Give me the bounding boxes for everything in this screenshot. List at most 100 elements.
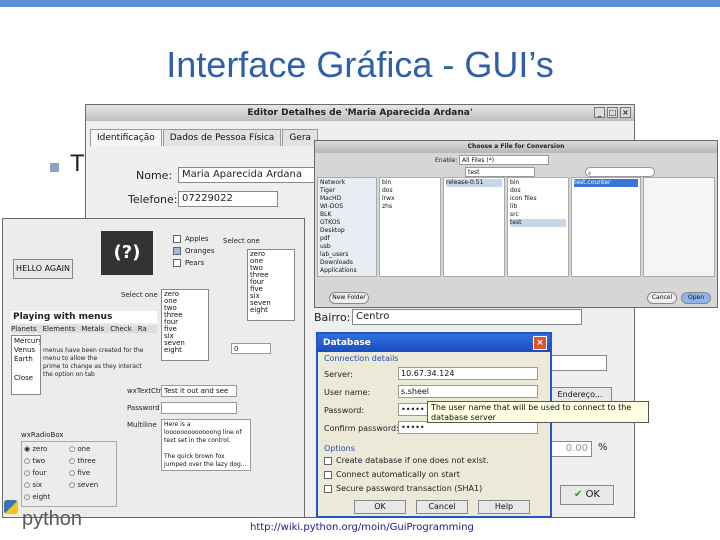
sidebar-item[interactable]: lab_users	[320, 251, 374, 259]
db-ok-button[interactable]: OK	[354, 500, 406, 514]
sidebar-item[interactable]: pdf	[320, 235, 374, 243]
sidebar-item[interactable]: WI-DOS	[320, 203, 374, 211]
sidebar-item[interactable]: GTKOS	[320, 219, 374, 227]
radio-six[interactable]: ○ six	[24, 480, 69, 492]
checkbox-icon	[173, 235, 181, 243]
python-wordmark: python	[22, 508, 83, 530]
menu-item[interactable]: Mercury	[14, 337, 40, 346]
option-label: Connect automatically on start	[336, 470, 460, 479]
select-one-label: Select one	[223, 237, 260, 245]
option-secure-password[interactable]: Secure password transaction (SHA1)	[324, 484, 482, 493]
tab-geral[interactable]: Gera	[282, 129, 319, 146]
menu-item[interactable]: Venus	[14, 346, 38, 355]
chooser-sidebar[interactable]: Network Tiger MacHD WI-DOS BLK GTKOS Des…	[317, 177, 377, 277]
menu-item[interactable]: Close	[14, 374, 38, 383]
ok-button[interactable]: ✔ OK	[560, 485, 614, 505]
tab-identificacao[interactable]: Identificação	[90, 129, 162, 146]
password-label: Password	[127, 404, 160, 412]
new-folder-button[interactable]: New Folder	[329, 292, 369, 304]
file-item[interactable]: dos	[510, 187, 566, 195]
check-oranges[interactable]: Oranges	[173, 247, 215, 255]
multiline-field[interactable]: Here is a looooooooooooong line of text …	[161, 419, 251, 471]
radio-five[interactable]: ○ five	[69, 468, 114, 480]
select-listbox[interactable]: zero one two three four five six seven e…	[247, 249, 295, 321]
phone-field[interactable]: 07229022	[178, 191, 278, 207]
check-pears[interactable]: Pears	[173, 259, 204, 267]
db-help-button[interactable]: Help	[478, 500, 530, 514]
source-url[interactable]: http://wiki.python.org/moin/GuiProgrammi…	[250, 522, 474, 533]
check-apples[interactable]: Apples	[173, 235, 209, 243]
file-item[interactable]: lrwx	[382, 195, 438, 203]
sidebar-item[interactable]: Tiger	[320, 187, 374, 195]
file-item[interactable]: src	[510, 211, 566, 219]
close-icon[interactable]: ×	[533, 336, 547, 350]
radio-label: one	[77, 445, 91, 453]
file-column-1[interactable]: bin dos lrwx zhs	[379, 177, 441, 277]
list-item[interactable]: eight	[250, 307, 292, 314]
bullet-marker	[50, 163, 59, 172]
file-item[interactable]: icon files	[510, 195, 566, 203]
radio-three[interactable]: ○ three	[69, 456, 114, 468]
file-item[interactable]: lib	[510, 203, 566, 211]
textctrl-field[interactable]: Test it out and see	[161, 385, 237, 397]
planets-menu[interactable]: Mercury Venus Earth Close	[11, 335, 41, 395]
close-icon[interactable]: ×	[620, 107, 631, 118]
editor-dropdown[interactable]	[551, 355, 607, 371]
sidebar-item[interactable]: Desktop	[320, 227, 374, 235]
hello-again-button[interactable]: HELLO AGAIN	[13, 259, 73, 279]
file-item[interactable]: zhs	[382, 203, 438, 211]
file-item[interactable]: test.counter	[574, 179, 638, 187]
menu-ra[interactable]: Ra	[138, 325, 147, 333]
file-column-3[interactable]: bin dos icon files lib src test	[507, 177, 569, 277]
second-listbox[interactable]: zero one two three four five six seven e…	[161, 289, 209, 361]
file-column-4[interactable]: test.counter	[571, 177, 641, 277]
radio-seven[interactable]: ○ seven	[69, 480, 114, 492]
enable-select[interactable]: All Files (*)	[459, 155, 549, 165]
spin-control[interactable]: 0	[231, 343, 271, 354]
user-field[interactable]: s.sheel	[398, 385, 538, 398]
menu-metals[interactable]: Metals	[81, 325, 104, 333]
sidebar-item[interactable]: Network	[320, 179, 374, 187]
server-field[interactable]: 10.67.34.124	[398, 367, 538, 380]
tab-pessoa-fisica[interactable]: Dados de Pessoa Física	[162, 129, 282, 146]
bairro-field[interactable]: Centro	[352, 309, 582, 325]
list-item[interactable]: eight	[164, 347, 206, 354]
option-create-db[interactable]: Create database if one does not exist.	[324, 456, 489, 465]
sidebar-item[interactable]: usb	[320, 243, 374, 251]
search-icon: ⌕	[588, 170, 592, 177]
sidebar-item[interactable]: BLK	[320, 211, 374, 219]
menu-check[interactable]: Check	[110, 325, 132, 333]
radio-four[interactable]: ○ four	[24, 468, 69, 480]
radio-one[interactable]: ○ one	[69, 444, 114, 456]
file-item[interactable]: release-0.51	[446, 179, 502, 187]
menu-elements[interactable]: Elements	[43, 325, 76, 333]
radio-eight[interactable]: ○ eight	[24, 492, 69, 504]
radio-two[interactable]: ○ two	[24, 456, 69, 468]
menu-planets[interactable]: Planets	[11, 325, 37, 333]
maximize-icon[interactable]: □	[607, 107, 618, 118]
file-item[interactable]: dos	[382, 187, 438, 195]
name-label: Nome:	[136, 169, 173, 182]
sidebar-item[interactable]: Applications	[320, 267, 374, 275]
file-item[interactable]: bin	[382, 179, 438, 187]
name-field[interactable]: Maria Aparecida Ardana	[178, 167, 318, 183]
sidebar-item[interactable]: Downloads	[320, 259, 374, 267]
radiobox: ◉ zero ○ one ○ two ○ three ○ four ○ five…	[21, 441, 117, 507]
open-button[interactable]: Open	[681, 292, 711, 304]
cancel-button[interactable]: Cancel	[647, 292, 677, 304]
menu-item[interactable]: Earth	[14, 355, 38, 364]
sidebar-item[interactable]: MacHD	[320, 195, 374, 203]
password-field[interactable]	[161, 402, 237, 414]
option-autoconnect[interactable]: Connect automatically on start	[324, 470, 460, 479]
db-cancel-button[interactable]: Cancel	[416, 500, 468, 514]
file-item[interactable]: test	[510, 219, 566, 227]
confirm-label: Confirm password:	[324, 424, 399, 433]
percent-field[interactable]: 0.00	[548, 441, 592, 457]
file-column-2[interactable]: release-0.51	[443, 177, 505, 277]
search-input[interactable]: ⌕	[585, 167, 655, 177]
path-select[interactable]: test	[465, 167, 535, 177]
file-item[interactable]: bin	[510, 179, 566, 187]
textctrl-label: wxTextCtrl	[127, 387, 164, 395]
minimize-icon[interactable]: _	[594, 107, 605, 118]
radio-zero[interactable]: ◉ zero	[24, 444, 69, 456]
